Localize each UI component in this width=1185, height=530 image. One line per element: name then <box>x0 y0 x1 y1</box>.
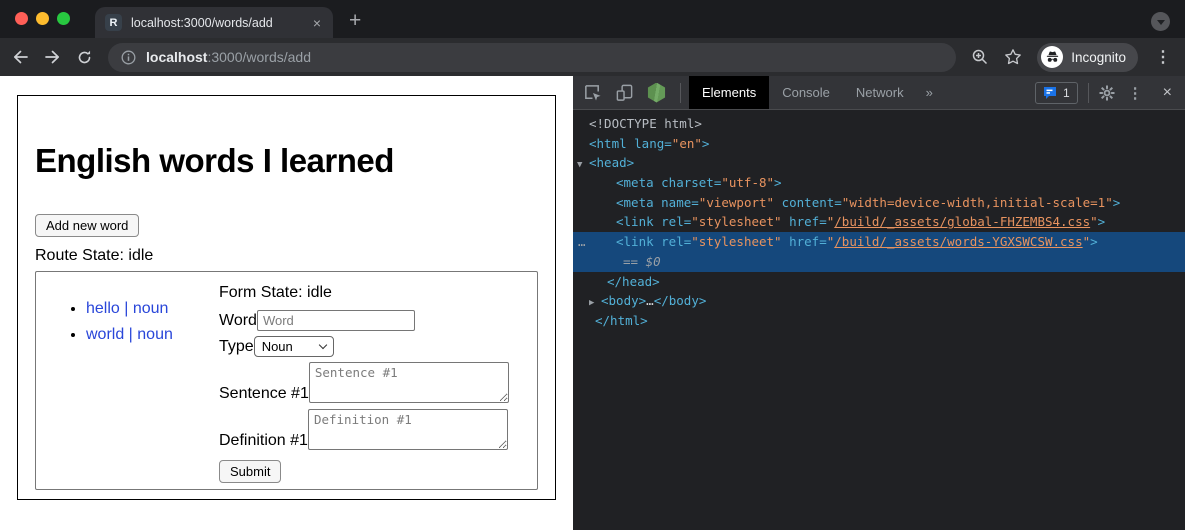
devtools-code-line[interactable]: </html> <box>573 311 1185 331</box>
devtools-code-line[interactable]: ▼<head> <box>573 153 1185 173</box>
devtools-code-line[interactable]: <meta name="viewport" content="width=dev… <box>573 193 1185 213</box>
issues-count: 1 <box>1063 86 1070 100</box>
devtools-code: <!DOCTYPE html><html lang="en">▼<head><m… <box>573 110 1185 530</box>
incognito-icon <box>1041 46 1063 68</box>
devtools-menu-icon[interactable]: ⋮ <box>1117 84 1154 102</box>
form-state-text: Form State: idle <box>219 284 527 302</box>
reload-button[interactable] <box>76 49 93 66</box>
nodejs-icon[interactable] <box>647 83 666 103</box>
zoom-indicator-icon[interactable] <box>971 48 989 66</box>
type-select[interactable]: Noun <box>254 336 334 357</box>
content-area: English words I learned Add new word Rou… <box>0 76 1185 530</box>
devtools-close-icon[interactable]: × <box>1154 84 1185 102</box>
tab-search-button[interactable] <box>1151 12 1170 31</box>
add-new-word-button[interactable]: Add new word <box>35 214 139 237</box>
route-state-text: Route State: idle <box>35 247 538 265</box>
back-button[interactable] <box>12 49 29 65</box>
forward-button[interactable] <box>44 49 61 65</box>
devtools-code-line[interactable]: …<link rel="stylesheet" href="/build/_as… <box>573 232 1185 252</box>
devtools-code-line[interactable]: <link rel="stylesheet" href="/build/_ass… <box>573 212 1185 232</box>
app-card: English words I learned Add new word Rou… <box>17 95 556 500</box>
inspect-element-icon[interactable] <box>583 83 602 102</box>
list-item: hello | noun <box>86 296 219 322</box>
site-info-icon[interactable] <box>121 50 136 65</box>
word-label: Word <box>219 312 257 330</box>
address-bar[interactable]: localhost:3000/words/add <box>108 43 956 72</box>
issues-button[interactable]: 1 <box>1035 82 1078 104</box>
devtools-code-line[interactable]: </head> <box>573 272 1185 292</box>
word-link[interactable]: world | noun <box>86 326 173 343</box>
devtools-code-line[interactable]: == $0 <box>573 252 1185 272</box>
list-item: world | noun <box>86 322 219 348</box>
devtools-code-line[interactable]: <!DOCTYPE html> <box>573 114 1185 134</box>
bookmark-star-icon[interactable] <box>1004 48 1022 66</box>
type-label: Type <box>219 338 254 356</box>
definition-label: Definition #1 <box>219 432 308 450</box>
definition-textarea[interactable] <box>308 409 508 450</box>
incognito-badge: Incognito <box>1037 43 1138 72</box>
more-tabs-icon[interactable]: » <box>917 85 942 100</box>
new-tab-button[interactable]: + <box>349 11 361 31</box>
page-content: English words I learned Add new word Rou… <box>0 76 573 530</box>
add-word-form: Form State: idle Word Type Noun <box>219 282 527 479</box>
browser-menu-icon[interactable]: ⋮ <box>1153 47 1173 67</box>
chevron-down-icon <box>318 341 326 349</box>
tab-console[interactable]: Console <box>769 76 843 109</box>
sentence-textarea[interactable] <box>309 362 509 403</box>
devtools-code-line[interactable]: ▶<body>…</body> <box>573 291 1185 311</box>
divider <box>1088 83 1089 103</box>
devtools-code-line[interactable]: <html lang="en"> <box>573 134 1185 154</box>
submit-button[interactable]: Submit <box>219 460 281 483</box>
issues-icon <box>1043 86 1057 100</box>
word-link[interactable]: hello | noun <box>86 300 168 317</box>
word-input[interactable] <box>257 310 415 331</box>
divider <box>680 83 681 103</box>
device-toolbar-icon[interactable] <box>615 83 634 102</box>
tab-close-icon[interactable]: × <box>311 15 323 31</box>
minimize-window-button[interactable] <box>36 12 49 25</box>
url-text: localhost:3000/words/add <box>146 49 311 65</box>
browser-toolbar: localhost:3000/words/add Incognito ⋮ <box>0 38 1185 76</box>
chevron-down-icon <box>1157 20 1165 25</box>
browser-window: R localhost:3000/words/add × + localhost… <box>0 0 1185 530</box>
words-panel: hello | noun world | noun Form State: id… <box>35 271 538 490</box>
browser-tab[interactable]: R localhost:3000/words/add × <box>95 7 333 38</box>
devtools-toolbar: Elements Console Network » 1 ⋮ × <box>573 76 1185 110</box>
tab-network[interactable]: Network <box>843 76 917 109</box>
window-controls <box>15 12 70 25</box>
incognito-label: Incognito <box>1071 50 1126 65</box>
tab-title: localhost:3000/words/add <box>131 16 302 30</box>
close-window-button[interactable] <box>15 12 28 25</box>
browser-tab-strip: R localhost:3000/words/add × + <box>0 0 1185 38</box>
page-title: English words I learned <box>35 142 538 180</box>
remix-favicon-icon: R <box>105 14 122 31</box>
settings-gear-icon[interactable] <box>1097 85 1117 101</box>
devtools-panel: Elements Console Network » 1 ⋮ × <box>573 76 1185 530</box>
line-options-dots: … <box>578 232 586 252</box>
fullscreen-window-button[interactable] <box>57 12 70 25</box>
tab-elements[interactable]: Elements <box>689 76 769 109</box>
sentence-label: Sentence #1 <box>219 385 309 403</box>
word-list: hello | noun world | noun <box>46 282 219 479</box>
devtools-code-line[interactable]: <meta charset="utf-8"> <box>573 173 1185 193</box>
